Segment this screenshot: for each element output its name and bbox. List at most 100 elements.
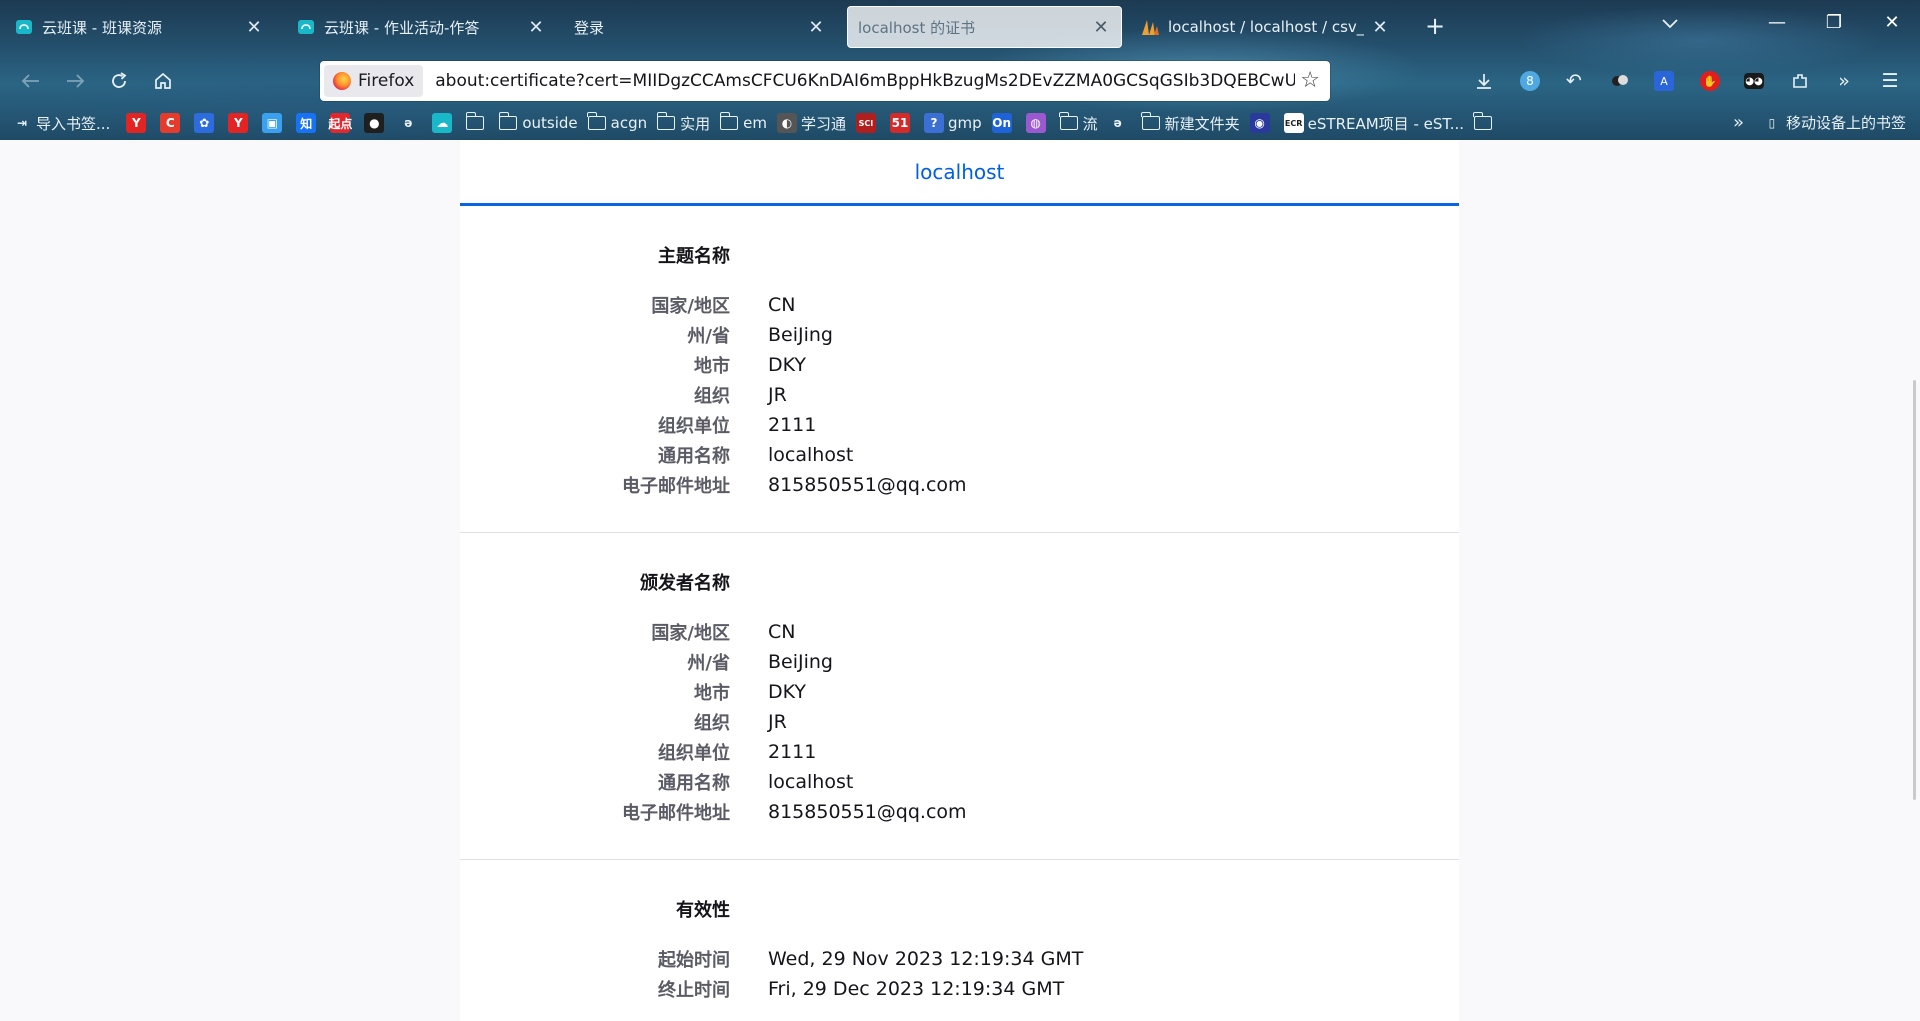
- bookmark-folder[interactable]: outside: [498, 112, 578, 132]
- field-value: JR: [768, 711, 787, 733]
- certificate-section: 有效性起始时间 Wed, 29 Nov 2023 12:19:34 GMT 终止时间…: [460, 860, 1459, 1021]
- bilibili-icon: ▣: [262, 113, 283, 133]
- certificate-sections: 主题名称 国家/地区 CN 州/省 BeiJing 地市 DKY 组织 JR 组织单位 2111 通用…: [460, 206, 1459, 1021]
- section-title-label: 有效性: [676, 900, 730, 921]
- field-row: 地市 DKY: [460, 677, 1459, 707]
- translate-icon[interactable]: A: [1650, 67, 1678, 95]
- bookmark-item[interactable]: On: [991, 113, 1016, 133]
- reply-icon[interactable]: ↶: [1560, 67, 1588, 95]
- bookmark-item[interactable]: 起点: [328, 113, 354, 133]
- scrollbar[interactable]: [1913, 380, 1916, 800]
- bookmark-item[interactable]: ✿: [194, 113, 218, 133]
- bookmark-folder[interactable]: 实用: [656, 112, 710, 134]
- bookmark-item[interactable]: 51: [889, 113, 914, 133]
- onenote-icon: On: [991, 113, 1012, 133]
- chat-icon: ◍: [1025, 113, 1046, 133]
- back-button[interactable]: [16, 66, 46, 96]
- tab-phpmyadmin[interactable]: localhost / localhost / csv_db ✕: [1130, 6, 1400, 48]
- bookmark-item[interactable]: ●: [364, 113, 388, 133]
- bookmark-folder[interactable]: [465, 112, 489, 130]
- field-value: Fri, 29 Dec 2023 12:19:34 GMT: [768, 978, 1065, 1000]
- menu-icon[interactable]: ☰: [1876, 67, 1904, 95]
- minimize-button[interactable]: —: [1757, 12, 1797, 33]
- firefox-icon: [333, 72, 351, 90]
- bookmark-item[interactable]: Y: [228, 113, 252, 133]
- bookmark-folder[interactable]: acgn: [587, 112, 647, 132]
- field-key: 组织: [694, 386, 730, 407]
- bookmark-folder[interactable]: em: [719, 112, 767, 132]
- url-input[interactable]: about:certificate?cert=MIIDgzCCAmsCFCU6K…: [435, 71, 1295, 91]
- private-icon[interactable]: ◕◕: [1740, 67, 1768, 95]
- close-icon[interactable]: ✕: [1370, 17, 1390, 38]
- bookmark-label: em: [743, 114, 767, 132]
- field-row: 组织 JR: [460, 380, 1459, 410]
- y-icon: Y: [228, 113, 249, 133]
- list-all-tabs-button[interactable]: [1662, 14, 1678, 33]
- section-title-label: 颁发者名称: [640, 573, 730, 594]
- bookmark-item[interactable]: ? gmp: [923, 113, 982, 133]
- bookmark-item[interactable]: C: [160, 113, 184, 133]
- bookmark-item[interactable]: ◉: [1249, 113, 1274, 133]
- tab-title: localhost 的证书: [858, 18, 976, 37]
- field-value: localhost: [768, 444, 854, 466]
- reload-button[interactable]: [104, 66, 134, 96]
- adblock-icon[interactable]: ✋: [1696, 67, 1724, 95]
- bookmark-item[interactable]: ə: [398, 113, 422, 133]
- tab-yunbanke-homework[interactable]: 云班课 - 作业活动-作答 ✕: [286, 6, 556, 48]
- bookmarks-overflow-icon[interactable]: »: [1733, 112, 1744, 133]
- tab-login[interactable]: 登录 ✕: [564, 6, 836, 48]
- close-icon[interactable]: ✕: [244, 17, 264, 38]
- field-row: 州/省 BeiJing: [460, 320, 1459, 350]
- field-row: 地市 DKY: [460, 350, 1459, 380]
- restore-button[interactable]: ❐: [1814, 12, 1854, 33]
- bookmark-item[interactable]: ECR eSTREAM项目 - eST...: [1283, 113, 1464, 134]
- field-value: Wed, 29 Nov 2023 12:19:34 GMT: [768, 948, 1084, 970]
- import-bookmarks-item[interactable]: ⇥ 导入书签...: [12, 113, 110, 134]
- balls-icon[interactable]: [1606, 67, 1634, 95]
- address-bar[interactable]: Firefox about:certificate?cert=MIIDgzCCA…: [320, 61, 1330, 101]
- overflow-chevron-icon[interactable]: »: [1830, 67, 1858, 95]
- bookmark-folder[interactable]: [1473, 112, 1497, 130]
- scihub-icon: SCI: [855, 113, 876, 133]
- close-icon[interactable]: ✕: [806, 17, 826, 38]
- field-key: 国家/地区: [651, 623, 730, 644]
- downloads-icon[interactable]: [1470, 67, 1498, 95]
- bookmark-item[interactable]: ə: [1108, 113, 1132, 133]
- close-icon[interactable]: ✕: [526, 17, 546, 38]
- tab-certificate[interactable]: localhost 的证书 ✕: [847, 6, 1122, 48]
- field-key: 组织单位: [658, 416, 730, 437]
- mobile-bookmarks[interactable]: » ▯ 移动设备上的书签: [1733, 112, 1906, 133]
- browser-chrome: 云班课 - 班课资源 ✕ 云班课 - 作业活动-作答 ✕ 登录 ✕ localh…: [0, 0, 1920, 140]
- bookmark-item[interactable]: ◍: [1025, 113, 1050, 133]
- section-title: 颁发者名称: [460, 569, 1459, 595]
- cloud-class-icon: [296, 17, 316, 37]
- bookmark-item[interactable]: ◐ 学习通: [776, 113, 846, 134]
- field-row: 起始时间 Wed, 29 Nov 2023 12:19:34 GMT: [460, 944, 1459, 974]
- forward-button[interactable]: [60, 66, 90, 96]
- close-icon[interactable]: ✕: [1091, 17, 1111, 38]
- bookmark-folder[interactable]: 流: [1059, 112, 1098, 134]
- extensions-icon[interactable]: [1786, 67, 1814, 95]
- field-key: 终止时间: [658, 980, 730, 1001]
- bookmark-item[interactable]: SCI: [855, 113, 880, 133]
- bookmark-folder[interactable]: 新建文件夹: [1141, 112, 1240, 134]
- certificate-tab-localhost[interactable]: localhost: [460, 140, 1459, 206]
- tab-yunbanke-resources[interactable]: 云班课 - 班课资源 ✕: [4, 6, 274, 48]
- field-row: 电子邮件地址 815850551@qq.com: [460, 470, 1459, 500]
- bookmark-label: 流: [1082, 114, 1098, 133]
- bookmark-label: outside: [522, 114, 578, 132]
- bookmark-item[interactable]: Y: [126, 113, 150, 133]
- bookmark-star-icon[interactable]: ☆: [1300, 68, 1320, 93]
- section-title: 有效性: [460, 896, 1459, 922]
- extension-badge-icon[interactable]: 8: [1516, 67, 1544, 95]
- identity-box[interactable]: Firefox: [324, 65, 424, 97]
- field-value: DKY: [768, 681, 807, 703]
- bookmark-item[interactable]: ▣: [262, 113, 286, 133]
- new-tab-button[interactable]: +: [1420, 12, 1450, 40]
- tab-title: 云班课 - 班课资源: [42, 18, 162, 37]
- globe-icon: ◉: [1249, 113, 1270, 133]
- bookmark-item[interactable]: 知: [296, 113, 320, 133]
- bookmark-item[interactable]: ☁: [432, 113, 456, 133]
- home-button[interactable]: [148, 66, 178, 96]
- close-window-button[interactable]: ✕: [1872, 12, 1912, 33]
